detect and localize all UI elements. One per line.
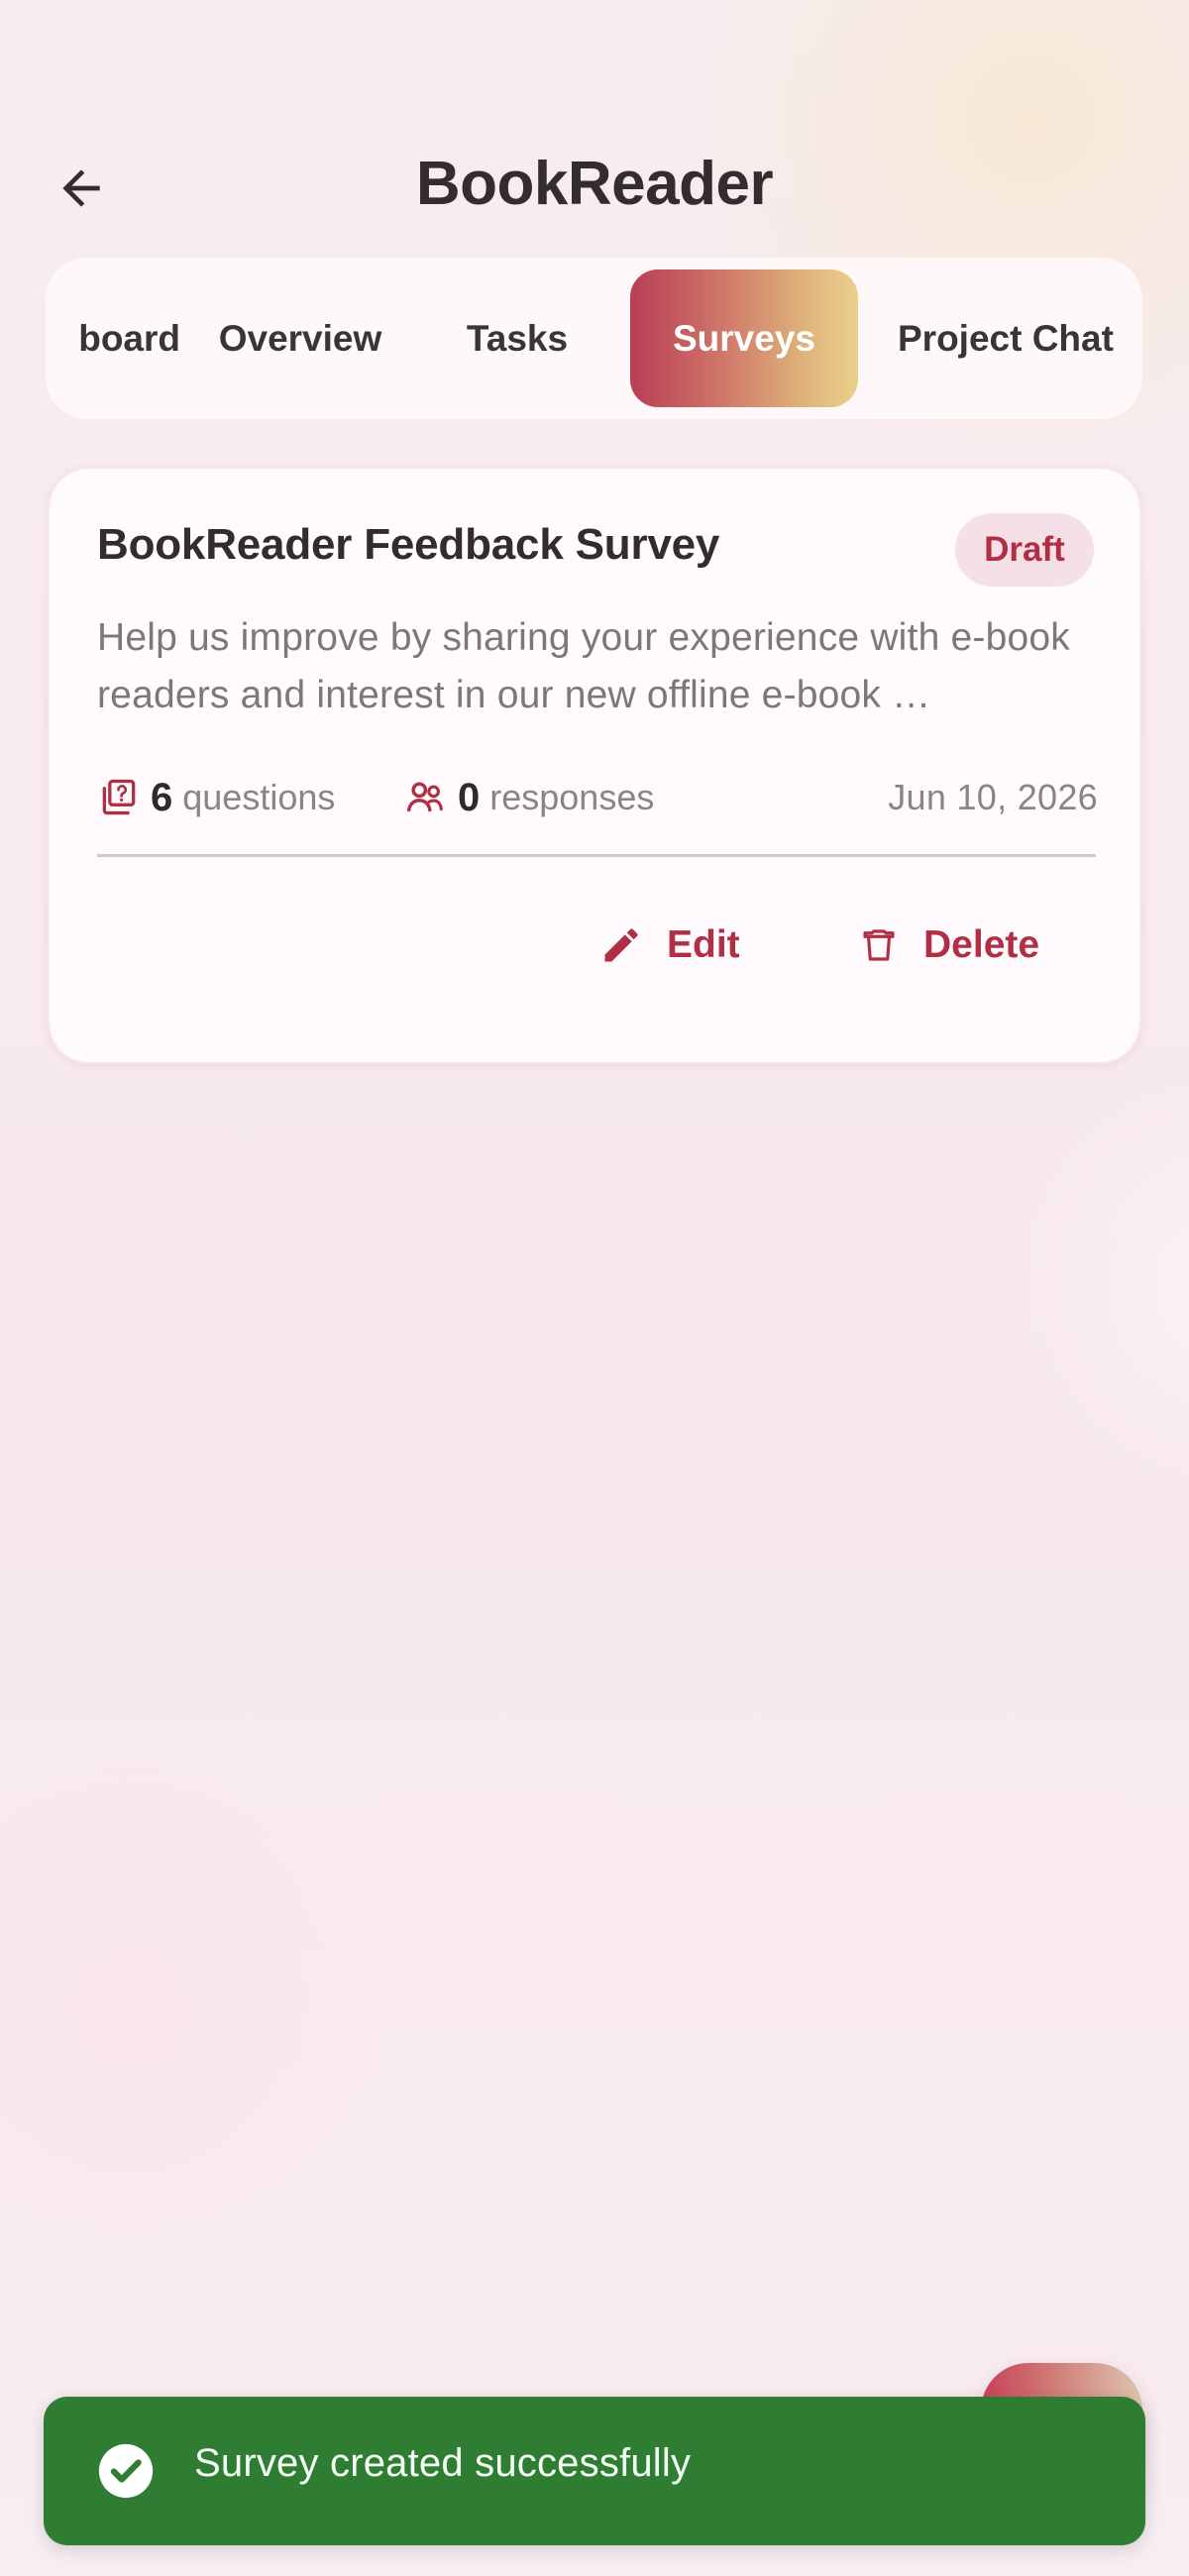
question-count: 6 questions bbox=[97, 766, 335, 829]
tab-board[interactable]: board bbox=[46, 269, 186, 407]
survey-description: Help us improve by sharing your experien… bbox=[97, 616, 1070, 716]
delete-button-label: Delete bbox=[923, 923, 1040, 966]
trash-icon bbox=[858, 924, 900, 966]
card-divider bbox=[97, 854, 1096, 857]
survey-date: Jun 10, 2026 bbox=[888, 777, 1098, 817]
group-icon bbox=[402, 775, 448, 820]
response-count-value: 0 bbox=[458, 775, 481, 819]
tab-project-chat[interactable]: Project Chat bbox=[898, 269, 1135, 407]
edit-button-label: Edit bbox=[667, 923, 740, 966]
delete-button[interactable]: Delete bbox=[858, 909, 1039, 982]
project-tabs: board Overview Tasks Surveys Project Cha… bbox=[46, 258, 1142, 419]
quiz-icon bbox=[97, 776, 141, 819]
tab-surveys[interactable]: Surveys bbox=[630, 269, 858, 407]
question-count-value: 6 bbox=[151, 775, 173, 819]
tab-overview[interactable]: Overview bbox=[206, 269, 394, 407]
survey-card[interactable]: BookReader Feedback Survey Draft Help us… bbox=[48, 467, 1141, 1064]
status-badge: Draft bbox=[955, 513, 1094, 587]
snackbar-message: Survey created successfully bbox=[194, 2441, 692, 2485]
response-count: 0 responses bbox=[402, 766, 654, 829]
question-count-label: questions bbox=[182, 777, 336, 817]
response-count-label: responses bbox=[489, 777, 655, 817]
pencil-icon bbox=[599, 923, 643, 967]
top-app-bar: BookReader bbox=[0, 139, 1189, 238]
edit-button[interactable]: Edit bbox=[599, 909, 740, 982]
page-title: BookReader bbox=[415, 150, 774, 218]
survey-title: BookReader Feedback Survey bbox=[97, 520, 720, 569]
success-snackbar: Survey created successfully bbox=[44, 2397, 1145, 2545]
check-circle-icon bbox=[95, 2440, 157, 2502]
survey-meta-row: 6 questions 0 responses Jun 10, 2026 bbox=[97, 766, 1098, 829]
tab-tasks[interactable]: Tasks bbox=[454, 269, 581, 407]
